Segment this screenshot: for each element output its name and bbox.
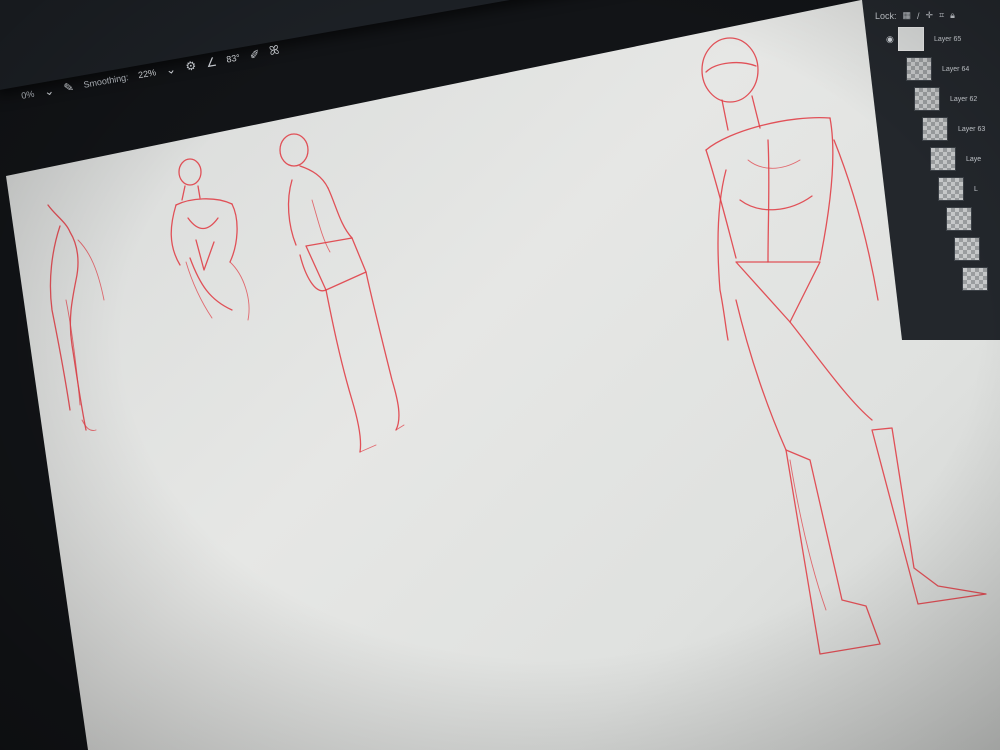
layer-item[interactable]: Layer 62 <box>914 84 1000 114</box>
app-window: 0% ⌄ ✎ Smoothing: 22% ⌄ ⚙ ∠ 83° ✐ ꕤ Lock… <box>0 0 1000 750</box>
layer-thumbnail <box>914 87 940 111</box>
lock-position-icon[interactable]: ✛ <box>926 10 934 21</box>
drawing-canvas[interactable] <box>6 0 1000 750</box>
layer-name: Layer 63 <box>958 125 986 133</box>
butterfly-symmetry-icon[interactable]: ꕤ <box>268 43 280 60</box>
layer-name: Laye <box>966 155 982 163</box>
artboard-icon[interactable]: ⌗ <box>939 10 944 21</box>
lock-label: Lock: <box>875 10 897 21</box>
layer-item[interactable]: Layer 63 <box>922 114 1000 144</box>
layer-thumbnail <box>954 237 980 261</box>
angle-icon: ∠ <box>204 54 218 70</box>
lock-paint-icon[interactable]: / <box>917 11 920 21</box>
lock-all-icon[interactable]: 🔒︎ <box>950 10 955 21</box>
layer-thumbnail <box>962 267 988 291</box>
layer-item[interactable] <box>954 234 1000 264</box>
gear-icon[interactable]: ⚙ <box>184 58 197 74</box>
angle-value[interactable]: 83° <box>226 52 241 64</box>
layer-name: Layer 62 <box>950 95 978 103</box>
layer-thumbnail <box>906 57 932 81</box>
layer-thumbnail <box>898 27 924 51</box>
smoothing-label: Smoothing: <box>82 71 130 90</box>
layer-thumbnail <box>938 177 964 201</box>
layer-thumbnail <box>922 117 948 141</box>
layer-item[interactable] <box>946 204 1000 234</box>
layer-item[interactable]: Layer 64 <box>906 54 1000 84</box>
eye-icon[interactable]: ◉ <box>886 34 894 45</box>
chevron-down-icon[interactable]: ⌄ <box>43 83 55 99</box>
layer-item[interactable]: Laye <box>930 144 1000 174</box>
layer-name: L <box>974 185 978 193</box>
brush-icon[interactable]: ✎ <box>63 79 75 95</box>
smoothing-value[interactable]: 22% <box>137 67 156 80</box>
layer-thumbnail <box>930 147 956 171</box>
lock-transparent-icon[interactable]: ▦ <box>903 10 912 21</box>
pressure-icon[interactable]: ✐ <box>248 46 260 62</box>
layer-name: Layer 65 <box>934 35 962 43</box>
lock-row: Lock: ▦ / ✛ ⌗ 🔒︎ <box>875 10 955 21</box>
layer-name: Layer 64 <box>942 65 970 73</box>
layer-item[interactable]: ◉ Layer 65 <box>886 24 1000 54</box>
layers-list: ◉ Layer 65 Layer 64 Layer 62 Layer 63 La… <box>886 24 1000 294</box>
zoom-readout: 0% <box>20 88 35 101</box>
layer-thumbnail <box>946 207 972 231</box>
chevron-down-icon[interactable]: ⌄ <box>165 61 177 77</box>
layer-item[interactable]: L <box>938 174 1000 204</box>
layer-item[interactable] <box>962 264 1000 294</box>
